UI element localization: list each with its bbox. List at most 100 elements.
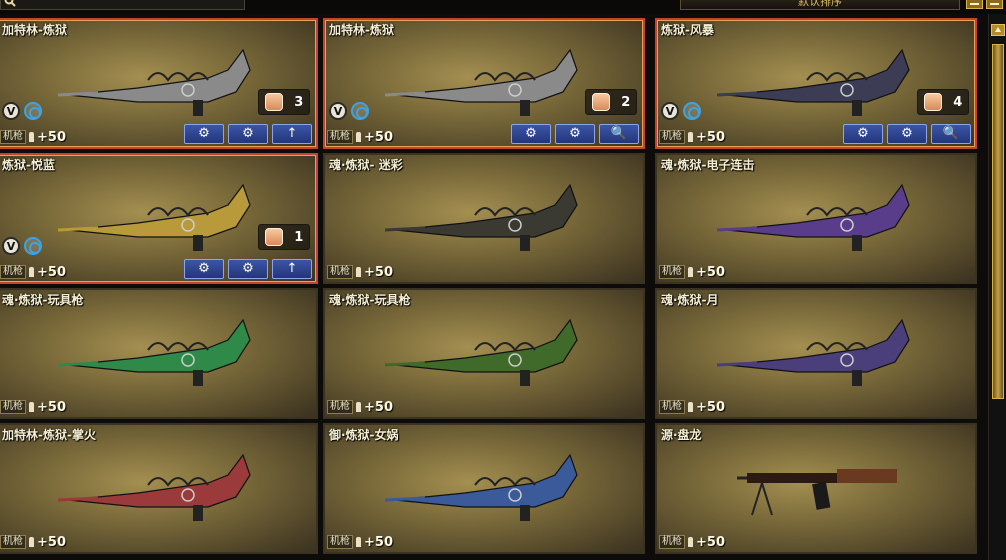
sort-dropdown[interactable]: 默认排序: [680, 0, 960, 10]
v-badge-icon: V: [661, 102, 679, 120]
category-badge: 机枪: [0, 400, 26, 414]
weapon-name: 魂·炼狱-电子连击: [661, 158, 755, 172]
weapon-card[interactable]: 加特林-炼狱-掌火 机枪 +50: [0, 423, 318, 554]
weapon-image: [717, 183, 910, 251]
inspect-button[interactable]: 🔍: [599, 124, 639, 144]
weapon-card[interactable]: 魂·炼狱-玩具枪 机枪 +50: [323, 288, 645, 419]
v-badge-icon: V: [329, 102, 347, 120]
weapon-image: [58, 453, 251, 521]
slot-number: 2: [621, 94, 631, 110]
settings-button[interactable]: ⚙: [887, 124, 927, 144]
slot-number: 1: [294, 229, 304, 245]
weapon-image: [385, 318, 578, 386]
settings-button[interactable]: ⚙: [228, 259, 268, 279]
weapon-stats: 机枪 +50: [0, 264, 66, 280]
ammo-icon: [356, 537, 361, 547]
weapon-stats: 机枪 +50: [327, 264, 393, 280]
weapon-tags: V: [329, 102, 369, 120]
category-badge: 机枪: [327, 265, 353, 279]
minimize-icon[interactable]: [966, 0, 983, 9]
v-badge-icon: V: [2, 237, 20, 255]
ammo-bonus: +50: [364, 399, 393, 415]
weapon-card[interactable]: 炼狱-风暴 V 4 ⚙ ⚙ 🔍 机枪 +50: [655, 18, 977, 149]
bag-slot[interactable]: 4: [917, 89, 969, 115]
weapon-name: 御·炼狱-女娲: [329, 428, 399, 442]
upgrade-arrow-button[interactable]: ↑: [272, 124, 312, 144]
ammo-icon: [356, 402, 361, 412]
category-badge: 机枪: [327, 130, 353, 144]
weapon-name: 魂·炼狱- 迷彩: [329, 158, 403, 172]
crosshair-icon: [351, 102, 369, 120]
upgrade-button[interactable]: ⚙: [184, 124, 224, 144]
weapon-stats: 机枪 +50: [327, 534, 393, 550]
category-badge: 机枪: [659, 130, 685, 144]
category-badge: 机枪: [0, 265, 26, 279]
ammo-icon: [688, 132, 693, 142]
weapon-name: 魂·炼狱-玩具枪: [2, 293, 84, 307]
collapse-icon[interactable]: [986, 0, 1003, 9]
upgrade-button[interactable]: ⚙: [184, 259, 224, 279]
crosshair-icon: [683, 102, 701, 120]
backpack-icon: [264, 228, 283, 246]
weapon-card[interactable]: 加特林-炼狱 V 2 ⚙ ⚙ 🔍 机枪 +50: [323, 18, 645, 149]
scroll-up-icon[interactable]: [991, 24, 1005, 36]
weapon-image: [717, 48, 910, 116]
ammo-bonus: +50: [696, 399, 725, 415]
weapon-card[interactable]: 魂·炼狱- 迷彩 机枪 +50: [323, 153, 645, 284]
settings-button[interactable]: ⚙: [555, 124, 595, 144]
weapon-name: 炼狱-风暴: [661, 23, 714, 37]
slot-number: 3: [294, 94, 304, 110]
weapon-stats: 机枪 +50: [659, 534, 725, 550]
weapon-stats: 机枪 +50: [0, 129, 66, 145]
ammo-icon: [29, 402, 34, 412]
weapon-card[interactable]: 魂·炼狱-月 机枪 +50: [655, 288, 977, 419]
ammo-bonus: +50: [364, 534, 393, 550]
backpack-icon: [923, 93, 942, 111]
inspect-button[interactable]: 🔍: [931, 124, 971, 144]
upgrade-button[interactable]: ⚙: [843, 124, 883, 144]
card-actions: ⚙ ⚙ 🔍: [843, 124, 971, 144]
slot-number: 4: [953, 94, 963, 110]
bag-slot[interactable]: 1: [258, 224, 310, 250]
ammo-bonus: +50: [37, 264, 66, 280]
upgrade-button[interactable]: ⚙: [511, 124, 551, 144]
ammo-icon: [29, 267, 34, 277]
weapon-card[interactable]: 魂·炼狱-电子连击 机枪 +50: [655, 153, 977, 284]
crosshair-icon: [24, 237, 42, 255]
weapon-card[interactable]: 魂·炼狱-玩具枪 机枪 +50: [0, 288, 318, 419]
ammo-icon: [688, 402, 693, 412]
ammo-bonus: +50: [37, 399, 66, 415]
category-badge: 机枪: [659, 535, 685, 549]
scroll-thumb[interactable]: [992, 44, 1004, 399]
weapon-tags: V: [2, 102, 42, 120]
bag-slot[interactable]: 2: [585, 89, 637, 115]
ammo-bonus: +50: [364, 264, 393, 280]
ammo-bonus: +50: [37, 534, 66, 550]
ammo-icon: [356, 267, 361, 277]
backpack-icon: [591, 93, 610, 111]
category-badge: 机枪: [0, 130, 26, 144]
ammo-icon: [29, 537, 34, 547]
ammo-bonus: +50: [696, 534, 725, 550]
weapon-name: 魂·炼狱-月: [661, 293, 719, 307]
crosshair-icon: [24, 102, 42, 120]
ammo-icon: [356, 132, 361, 142]
weapon-card[interactable]: 御·炼狱-女娲 机枪 +50: [323, 423, 645, 554]
weapon-tags: V: [661, 102, 701, 120]
ammo-icon: [688, 537, 693, 547]
v-badge-icon: V: [2, 102, 20, 120]
weapon-card[interactable]: 加特林-炼狱 V 3 ⚙ ⚙ ↑ 机枪 +50: [0, 18, 318, 149]
ammo-bonus: +50: [364, 129, 393, 145]
ammo-icon: [29, 132, 34, 142]
settings-button[interactable]: ⚙: [228, 124, 268, 144]
search-input[interactable]: [0, 0, 245, 10]
scrollbar[interactable]: [988, 14, 1006, 560]
weapon-name: 源·盘龙: [661, 428, 702, 442]
upgrade-arrow-button[interactable]: ↑: [272, 259, 312, 279]
weapon-card[interactable]: 源·盘龙机枪 +50: [655, 423, 977, 554]
bag-slot[interactable]: 3: [258, 89, 310, 115]
weapon-card[interactable]: 炼狱-悦蓝 V 1 ⚙ ⚙ ↑ 机枪 +50: [0, 153, 318, 284]
weapon-image: [58, 318, 251, 386]
weapon-name: 加特林-炼狱: [329, 23, 394, 37]
category-badge: 机枪: [0, 535, 26, 549]
